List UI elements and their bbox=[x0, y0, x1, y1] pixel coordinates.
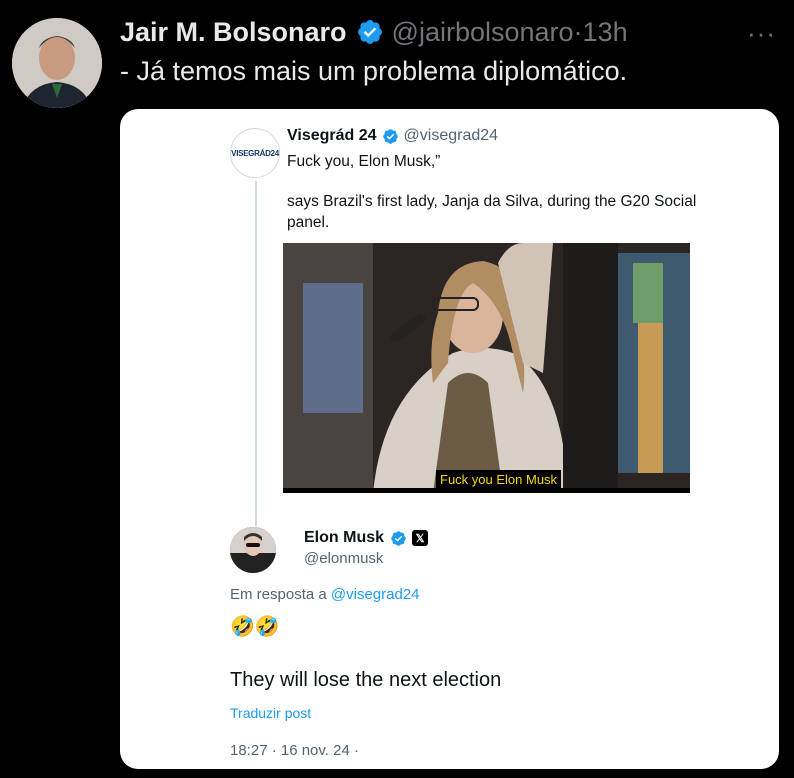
quoted-text-line-1: Fuck you, Elon Musk,” bbox=[287, 153, 441, 170]
quoted-author-handle: @visegrad24 bbox=[403, 127, 499, 144]
video-still bbox=[283, 243, 690, 493]
more-options-icon[interactable]: ··· bbox=[747, 18, 776, 49]
reply-text: They will lose the next election bbox=[230, 669, 502, 691]
thread-line bbox=[255, 181, 257, 526]
quoted-header: Visegrád 24 @visegrad24 bbox=[287, 127, 498, 145]
quoted-video-frame bbox=[283, 243, 690, 493]
x-logo-icon: 𝕏 bbox=[412, 530, 429, 546]
reply-timestamp: 18:27 · 16 nov. 24 · bbox=[230, 742, 359, 759]
separator: · bbox=[573, 16, 583, 47]
reply-emoji: 🤣🤣 bbox=[230, 616, 280, 638]
reply-author-handle: @elonmusk bbox=[304, 550, 384, 567]
reply-prefix: Em resposta a bbox=[230, 586, 327, 603]
reply-context: Em resposta a @visegrad24 bbox=[230, 586, 420, 603]
verified-badge-icon bbox=[391, 530, 406, 546]
author-name[interactable]: Jair M. Bolsonaro bbox=[120, 17, 347, 48]
tweet-header: Jair M. Bolsonaro @jairbolsonaro·13h bbox=[120, 14, 628, 50]
tweet-text: - Já temos mais um problema diplomático. bbox=[120, 56, 628, 86]
reply-avatar bbox=[230, 527, 276, 573]
quoted-author-name: Visegrád 24 bbox=[287, 127, 377, 144]
embedded-screenshot[interactable]: VISEGRÁD24 Visegrád 24 @visegrad24 Fuck … bbox=[120, 109, 779, 769]
translate-post-link: Traduzir post bbox=[230, 705, 312, 721]
post-time[interactable]: 13h bbox=[583, 17, 628, 47]
quoted-text-line-2: says Brazil's first lady, Janja da Silva… bbox=[287, 193, 697, 231]
quoted-text: Fuck you, Elon Musk,” says Brazil's firs… bbox=[287, 151, 707, 252]
quoted-avatar: VISEGRÁD24 bbox=[230, 128, 280, 178]
profile-avatar[interactable] bbox=[12, 18, 102, 108]
author-handle[interactable]: @jairbolsonaro·13h bbox=[392, 17, 628, 48]
reply-to-link: @visegrad24 bbox=[330, 586, 420, 603]
quoted-avatar-logo: VISEGRÁD24 bbox=[231, 148, 279, 158]
verified-badge-icon bbox=[382, 128, 398, 144]
reply-author-name: Elon Musk bbox=[304, 529, 385, 546]
reply-author-header: Elon Musk 𝕏 bbox=[304, 529, 429, 547]
profile-photo bbox=[12, 18, 102, 108]
verified-badge-icon bbox=[357, 20, 382, 44]
reply-avatar-image bbox=[230, 527, 276, 573]
video-caption: Fuck you Elon Musk bbox=[436, 470, 562, 489]
